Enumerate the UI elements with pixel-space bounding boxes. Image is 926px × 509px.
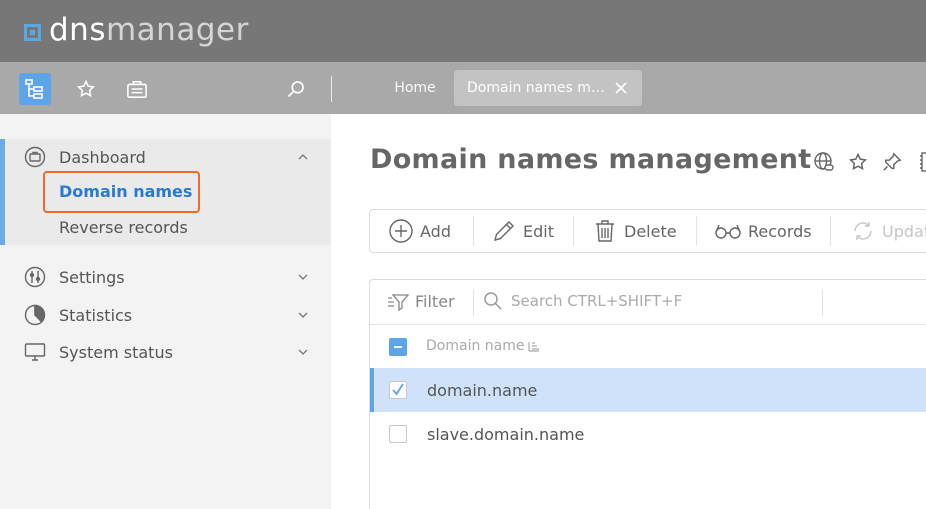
sidebar: Dashboard Domain names Reverse records S… <box>0 114 331 509</box>
sort-icon <box>528 340 540 352</box>
sidebar-item-system-status[interactable]: System status <box>0 335 331 369</box>
filter-label: Filter <box>415 292 455 311</box>
current-item-highlight <box>43 171 200 213</box>
globe-link-icon[interactable] <box>812 150 836 174</box>
add-label: Add <box>420 221 451 241</box>
records-button[interactable]: Records <box>714 210 812 252</box>
domain-name-cell: slave.domain.name <box>427 424 585 444</box>
sidebar-item-dashboard[interactable]: Dashboard <box>0 140 331 174</box>
title-actions <box>812 150 926 174</box>
top-toolbar: Home Domain names m… <box>0 62 926 114</box>
briefcase-icon[interactable] <box>121 73 153 105</box>
breadcrumb-home[interactable]: Home <box>380 70 450 106</box>
table-row[interactable]: slave.domain.name <box>370 412 926 456</box>
chevron-down-icon[interactable] <box>295 344 311 360</box>
book-icon[interactable] <box>914 150 926 174</box>
refresh-icon <box>850 218 876 244</box>
app-header: dnsmanager <box>0 0 926 62</box>
update-label: Updat <box>882 221 926 241</box>
sidebar-item-label: Settings <box>59 267 125 287</box>
add-button[interactable]: Add <box>388 210 451 252</box>
page-title: Domain names management <box>370 144 812 175</box>
column-header-label: Domain name <box>426 338 525 354</box>
chevron-up-icon[interactable] <box>295 149 311 165</box>
monitor-icon <box>24 341 46 363</box>
search-input[interactable]: Search CTRL+SHIFT+F <box>483 291 682 311</box>
edit-button[interactable]: Edit <box>491 210 554 252</box>
delete-button[interactable]: Delete <box>592 210 677 252</box>
sidebar-item-settings[interactable]: Settings <box>0 260 331 294</box>
action-toolbar: Add Edit Delete Records Updat <box>369 209 926 253</box>
trash-icon <box>592 218 618 244</box>
plus-circle-icon <box>388 218 414 244</box>
sidebar-item-label: System status <box>59 342 173 362</box>
dashboard-icon <box>24 146 46 168</box>
star-icon[interactable] <box>846 150 870 174</box>
select-all-checkbox[interactable] <box>389 338 407 356</box>
sidebar-item-statistics[interactable]: Statistics <box>0 298 331 332</box>
records-label: Records <box>748 221 812 241</box>
glasses-icon <box>714 218 742 244</box>
search-placeholder: Search CTRL+SHIFT+F <box>511 292 683 310</box>
row-checkbox[interactable] <box>389 425 407 443</box>
pie-chart-icon <box>24 304 46 326</box>
logo-text-manager: manager <box>105 12 249 48</box>
tab-label: Domain names m… <box>467 80 605 96</box>
action-separator <box>830 216 831 246</box>
domains-table: Filter Search CTRL+SHIFT+F Domain name d… <box>369 279 926 509</box>
action-separator <box>696 216 697 246</box>
filter-separator <box>473 289 474 316</box>
search-icon <box>483 291 503 311</box>
close-icon[interactable] <box>612 79 630 97</box>
tree-menu-icon[interactable] <box>19 73 51 105</box>
action-separator <box>473 216 474 246</box>
table-row[interactable]: domain.name <box>370 368 926 412</box>
edit-label: Edit <box>523 221 554 241</box>
filter-button[interactable]: Filter <box>387 292 455 311</box>
update-button[interactable]: Updat <box>850 210 926 252</box>
filter-icon <box>387 293 409 311</box>
app-logo[interactable]: dnsmanager <box>24 12 249 48</box>
pin-icon[interactable] <box>880 150 904 174</box>
logo-square-icon <box>24 23 41 41</box>
chevron-down-icon[interactable] <box>295 307 311 323</box>
table-header: Domain name <box>370 325 926 368</box>
action-separator <box>573 216 574 246</box>
filter-separator <box>822 289 823 316</box>
sidebar-item-label: Statistics <box>59 305 133 325</box>
row-checkbox[interactable] <box>389 381 407 399</box>
tab-domain-names[interactable]: Domain names m… <box>454 70 642 106</box>
search-icon[interactable] <box>280 73 312 105</box>
filter-bar: Filter Search CTRL+SHIFT+F <box>370 280 926 325</box>
settings-icon <box>24 266 46 288</box>
sidebar-item-reverse-records[interactable]: Reverse records <box>59 218 188 237</box>
sidebar-item-label: Dashboard <box>59 147 146 167</box>
domain-name-cell: domain.name <box>427 380 538 400</box>
delete-label: Delete <box>624 221 677 241</box>
chevron-down-icon[interactable] <box>295 269 311 285</box>
star-icon[interactable] <box>70 73 102 105</box>
column-header-domain-name[interactable]: Domain name <box>426 338 540 354</box>
logo-text-dns: dns <box>49 12 106 48</box>
toolbar-divider <box>331 76 332 102</box>
pencil-icon <box>491 218 517 244</box>
